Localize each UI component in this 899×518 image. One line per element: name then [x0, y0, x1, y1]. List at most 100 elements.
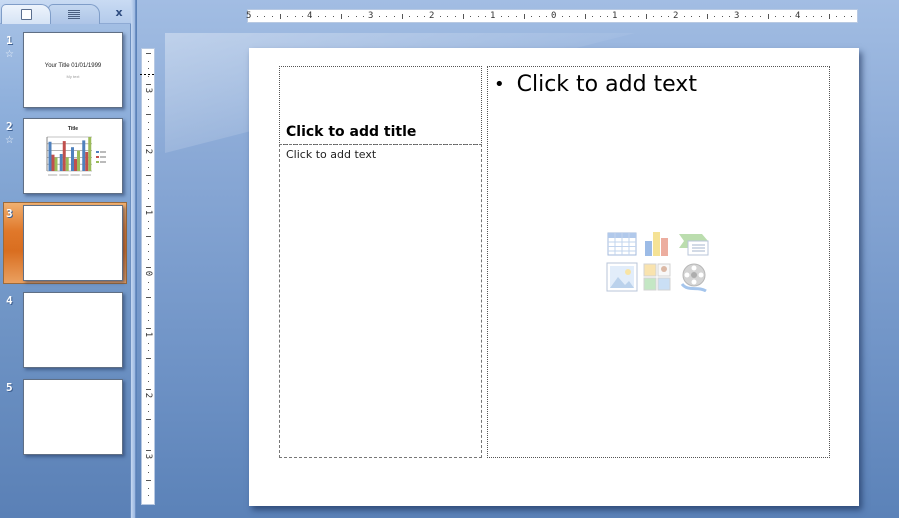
ruler-tick: [148, 365, 149, 367]
ruler-tick: [462, 14, 464, 19]
ruler-tick: [584, 14, 586, 19]
transition-icon: ☆: [5, 135, 14, 146]
thumb-chart-bar: [71, 147, 74, 171]
slide-thumbnail-3[interactable]: [23, 205, 123, 281]
slide-icon: [20, 9, 32, 20]
ruler-label: 3: [734, 11, 740, 21]
ruler-tick: [836, 16, 838, 17]
ruler-tick: [744, 16, 746, 17]
thumb-title: Your Title 01/01/1999: [44, 63, 102, 69]
ruler-label: 2: [429, 11, 435, 21]
ruler-tick: [607, 16, 609, 17]
ruler-tick: [325, 16, 327, 17]
ruler-tick: [148, 281, 149, 283]
ruler-tick: [820, 16, 822, 17]
slide-thumbnail-4[interactable]: [23, 292, 123, 368]
ruler-label: 3: [368, 11, 374, 21]
content-placeholder[interactable]: • Click to add text: [487, 66, 830, 458]
ruler-label: 5: [246, 11, 252, 21]
ruler-tick: [146, 205, 151, 207]
ruler-tick: [515, 16, 517, 17]
ruler-label: 0: [551, 11, 557, 21]
ruler-tick: [317, 16, 319, 17]
ruler-tick: [146, 327, 151, 329]
slide-thumbnail-1[interactable]: Your Title 01/01/1999 My text: [23, 32, 123, 108]
ruler-tick: [148, 380, 149, 382]
insert-picture-icon[interactable]: [606, 262, 638, 292]
ruler-tick: [302, 16, 304, 17]
tab-outline[interactable]: [48, 4, 100, 24]
ruler-tick: [508, 16, 510, 17]
ruler-tick: [146, 114, 151, 115]
ruler-tick: [148, 220, 149, 222]
ruler-tick: [637, 16, 639, 17]
title-placeholder[interactable]: Click to add title: [279, 66, 482, 145]
ruler-tick: [523, 14, 525, 19]
ruler-tick: [813, 16, 815, 17]
ruler-tick: [294, 16, 296, 17]
ruler-tick: [146, 449, 151, 451]
ruler-tick: [782, 16, 784, 17]
ruler-tick: [264, 16, 266, 17]
ruler-tick: [348, 16, 350, 17]
ruler-tick: [146, 297, 151, 298]
ruler-tick: [332, 16, 334, 17]
ruler-tick: [148, 441, 149, 443]
insert-media-icon[interactable]: [678, 262, 710, 293]
slide-thumbnail-5[interactable]: [23, 379, 123, 455]
ruler-tick: [271, 16, 273, 17]
close-panel-button[interactable]: x: [112, 5, 126, 19]
insert-clip-art-icon[interactable]: [642, 262, 674, 292]
ruler-label: 4: [307, 11, 313, 21]
ruler-tick: [393, 16, 395, 17]
slide-number: 5: [6, 381, 13, 394]
ruler-tick: [148, 197, 149, 199]
ruler-label: 1: [143, 331, 154, 338]
thumb-chart-bar: [85, 151, 89, 171]
text-placeholder[interactable]: Click to add text: [279, 144, 482, 458]
ruler-tick: [805, 16, 807, 17]
ruler-tick: [146, 480, 151, 481]
slide-canvas: Click to add title Click to add text • C…: [249, 48, 859, 506]
thumb-chart-legend-entry: [96, 156, 106, 158]
ruler-tick: [622, 16, 624, 17]
ruler-tick: [146, 144, 151, 146]
thumb-chart-legend: [96, 151, 106, 166]
ruler-label: 1: [612, 11, 618, 21]
tab-slides[interactable]: [1, 4, 51, 24]
ruler-label: 1: [490, 11, 496, 21]
ruler-label: 3: [143, 453, 154, 460]
ruler-tick: [485, 16, 487, 17]
thumb-chart-legend-entry: [96, 161, 106, 163]
thumb-chart-legend-entry: [96, 151, 106, 153]
slides-panel: x 1 ☆ Your Title 01/01/1999 My text 2 ☆ …: [0, 0, 131, 518]
ruler-tick: [660, 16, 662, 17]
ruler-tick: [148, 373, 149, 375]
ruler-tick: [592, 16, 594, 17]
ruler-tick: [599, 16, 601, 17]
ruler-tick: [148, 426, 149, 428]
insert-chart-icon[interactable]: [642, 229, 674, 259]
insert-smartart-icon[interactable]: [678, 229, 710, 259]
ruler-tick: [148, 68, 149, 70]
ruler-tick: [146, 236, 151, 237]
slide-thumbnail-2[interactable]: Title: [23, 118, 123, 194]
ruler-tick: [148, 106, 149, 108]
vertical-ruler[interactable]: 3 2 1 0 1 2 3: [140, 48, 156, 505]
ruler-tick: [148, 434, 149, 436]
ruler-tick: [148, 312, 149, 314]
ruler-tick: [531, 16, 533, 17]
ruler-tick: [148, 258, 149, 260]
panel-splitter[interactable]: [131, 0, 136, 518]
ruler-tick: [721, 16, 723, 17]
ruler-tick: [363, 16, 365, 17]
ruler-tick: [706, 14, 708, 19]
insert-table-icon[interactable]: [606, 229, 638, 259]
ruler-tick: [148, 464, 149, 466]
ruler-tick: [790, 16, 792, 17]
ruler-tick: [148, 190, 149, 192]
ruler-tick: [691, 16, 693, 17]
horizontal-ruler[interactable]: 5 4 3 2 1 0 1 2 3 4: [246, 9, 858, 23]
thumb-bar-chart: [46, 136, 92, 176]
thumb-chart-bar: [88, 137, 92, 171]
